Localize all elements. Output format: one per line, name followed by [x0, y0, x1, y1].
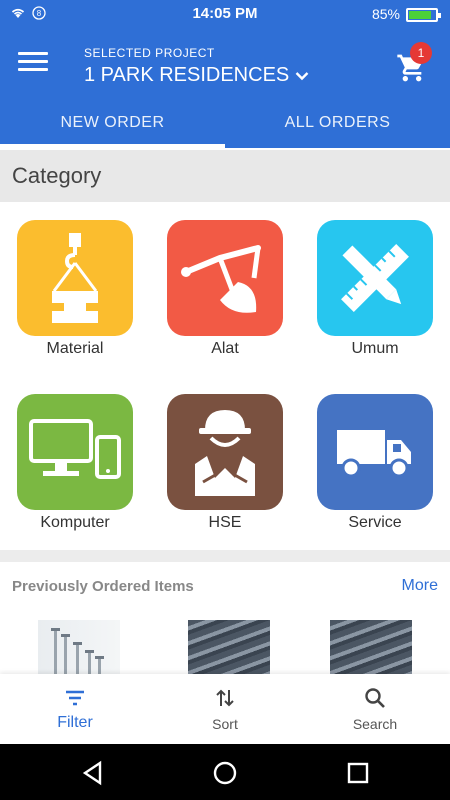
search-button[interactable]: Search: [300, 674, 450, 744]
tab-all-orders[interactable]: ALL ORDERS: [225, 108, 450, 148]
home-icon[interactable]: [212, 760, 238, 786]
cart-count-badge: 1: [410, 42, 432, 64]
recents-icon[interactable]: [345, 760, 371, 786]
computer-phone-icon: [29, 419, 121, 479]
status-bar: 8 14:05 PM 85%: [0, 0, 450, 28]
system-navigation-bar: [0, 744, 450, 800]
menu-hamburger-icon[interactable]: [18, 52, 48, 74]
order-tabs: NEW ORDER ALL ORDERS: [0, 108, 450, 148]
category-label: Alat: [211, 340, 239, 357]
truck-icon: [337, 430, 411, 478]
crane-hook-icon: [52, 233, 98, 323]
previously-ordered-title: Previously Ordered Items: [12, 578, 194, 595]
tab-new-order[interactable]: NEW ORDER: [0, 108, 225, 148]
filter-button[interactable]: Filter: [0, 674, 150, 744]
bottom-action-bar: Filter Sort Search: [0, 674, 450, 744]
filter-icon: [66, 690, 84, 706]
section-divider: [0, 550, 450, 562]
nails-image: [51, 628, 104, 676]
category-tile: [167, 220, 283, 336]
ruler-pencil-icon: [341, 244, 409, 312]
back-icon[interactable]: [80, 760, 106, 786]
project-name: 1 PARK RESIDENCES: [84, 64, 290, 86]
chevron-down-icon: [295, 71, 309, 80]
battery-percent: 85%: [371, 6, 400, 22]
category-grid: Material Alat Umum Komputer HSE Service: [0, 202, 450, 550]
category-tile: [317, 220, 433, 336]
category-tile: [17, 394, 133, 510]
product-thumbnail[interactable]: [38, 620, 120, 676]
more-link[interactable]: More: [402, 577, 438, 595]
category-label: Umum: [351, 340, 399, 357]
battery-icon: [406, 8, 441, 22]
active-tab-indicator: [0, 144, 225, 148]
category-tile: [17, 220, 133, 336]
product-thumbnail[interactable]: [188, 620, 270, 676]
sort-button[interactable]: Sort: [150, 674, 300, 744]
category-tile: [167, 394, 283, 510]
filter-label: Filter: [57, 714, 93, 731]
category-label: Service: [348, 514, 402, 531]
category-material[interactable]: Material: [0, 202, 150, 372]
category-service[interactable]: Service: [300, 376, 450, 546]
sort-icon: [216, 689, 234, 707]
project-selector[interactable]: 1 PARK RESIDENCES: [84, 64, 309, 87]
category-hse[interactable]: HSE: [150, 376, 300, 546]
category-label: Material: [46, 340, 104, 357]
search-label: Search: [352, 716, 398, 732]
search-icon: [365, 688, 385, 708]
category-label: HSE: [208, 514, 242, 531]
product-thumbnail[interactable]: [330, 620, 412, 676]
sort-label: Sort: [212, 716, 238, 732]
excavator-arm-icon: [181, 245, 261, 313]
app-header: SELECTED PROJECT 1 PARK RESIDENCES 1 NEW…: [0, 28, 450, 148]
category-header: Category: [0, 150, 450, 202]
category-tile: [317, 394, 433, 510]
safety-worker-icon: [195, 410, 255, 496]
selected-project-label: SELECTED PROJECT: [84, 46, 215, 60]
category-title: Category: [12, 163, 102, 188]
category-komputer[interactable]: Komputer: [0, 376, 150, 546]
category-umum[interactable]: Umum: [300, 202, 450, 372]
category-label: Komputer: [40, 514, 110, 531]
category-alat[interactable]: Alat: [150, 202, 300, 372]
